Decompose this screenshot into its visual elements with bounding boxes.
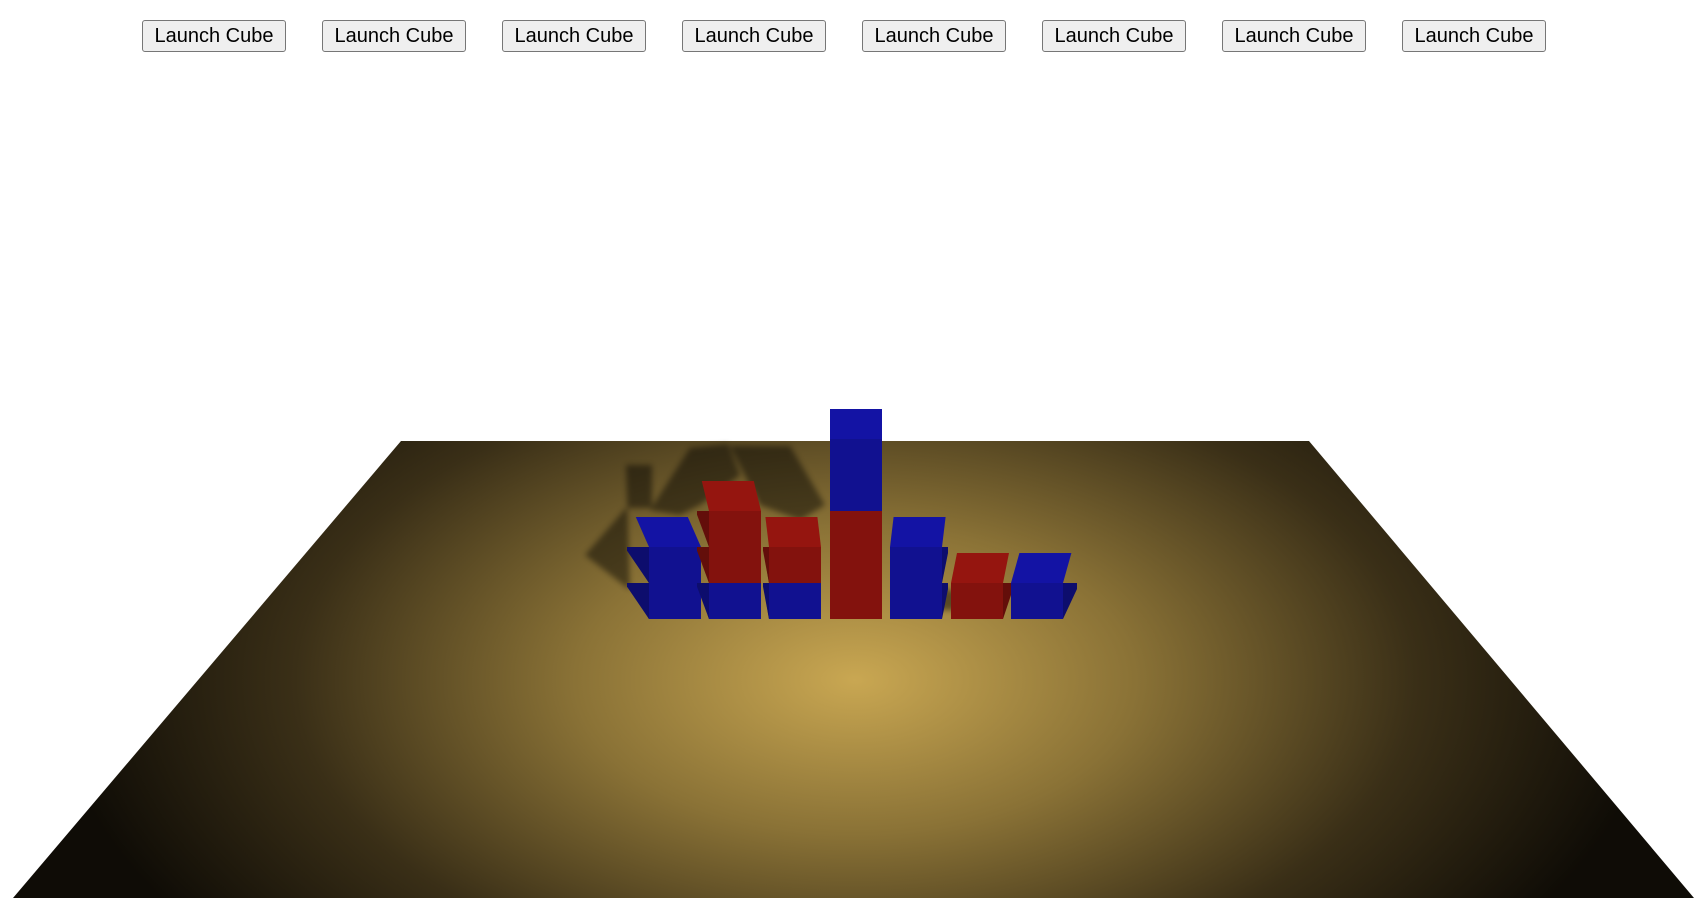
cube-red-2-3-front <box>709 511 761 547</box>
cube-red-3-2-front <box>769 547 821 583</box>
cube-blue-1-2-front <box>649 547 701 583</box>
cube-stack-3 <box>763 517 821 619</box>
cube-stack-5 <box>890 517 948 619</box>
cube-stack-6 <box>951 553 1013 619</box>
cube-blue-4-5-front <box>830 439 882 475</box>
cube-red-4-2-front <box>830 547 882 583</box>
cube-stack-7 <box>1011 553 1077 619</box>
launch-cube-button-6[interactable]: Launch Cube <box>1042 20 1186 52</box>
launch-cube-button-1[interactable]: Launch Cube <box>142 20 286 52</box>
launch-cube-button-8[interactable]: Launch Cube <box>1402 20 1546 52</box>
cube-blue-7-1-front <box>1011 583 1063 619</box>
stack-7-top <box>1011 553 1072 583</box>
cube-blue-5-2-front <box>890 547 942 583</box>
cube-blue-1-1-front <box>649 583 701 619</box>
cube-red-4-3-front <box>830 511 882 547</box>
launch-toolbar: Launch Cube Launch Cube Launch Cube Laun… <box>0 0 1706 70</box>
cube-blue-5-1-front <box>890 583 942 619</box>
stack-3-top <box>765 517 821 547</box>
cube-red-6-1-front <box>951 583 1003 619</box>
cube-blue-3-1-front <box>769 583 821 619</box>
launch-cube-button-3[interactable]: Launch Cube <box>502 20 646 52</box>
stack-6-top <box>951 553 1009 583</box>
stack-4-top <box>830 409 882 439</box>
cube-blue-2-1-front <box>709 583 761 619</box>
cube-stack-4 <box>830 409 882 619</box>
launch-cube-button-5[interactable]: Launch Cube <box>862 20 1006 52</box>
stack-2-top <box>701 481 761 511</box>
cube-red-4-1-front <box>830 583 882 619</box>
launch-cube-button-7[interactable]: Launch Cube <box>1222 20 1366 52</box>
cube-blue-4-4-front <box>830 475 882 511</box>
launch-cube-button-4[interactable]: Launch Cube <box>682 20 826 52</box>
game-scene[interactable] <box>0 0 1706 906</box>
cube-red-2-2-front <box>709 547 761 583</box>
launch-cube-button-2[interactable]: Launch Cube <box>322 20 466 52</box>
stack-5-top <box>890 517 946 547</box>
